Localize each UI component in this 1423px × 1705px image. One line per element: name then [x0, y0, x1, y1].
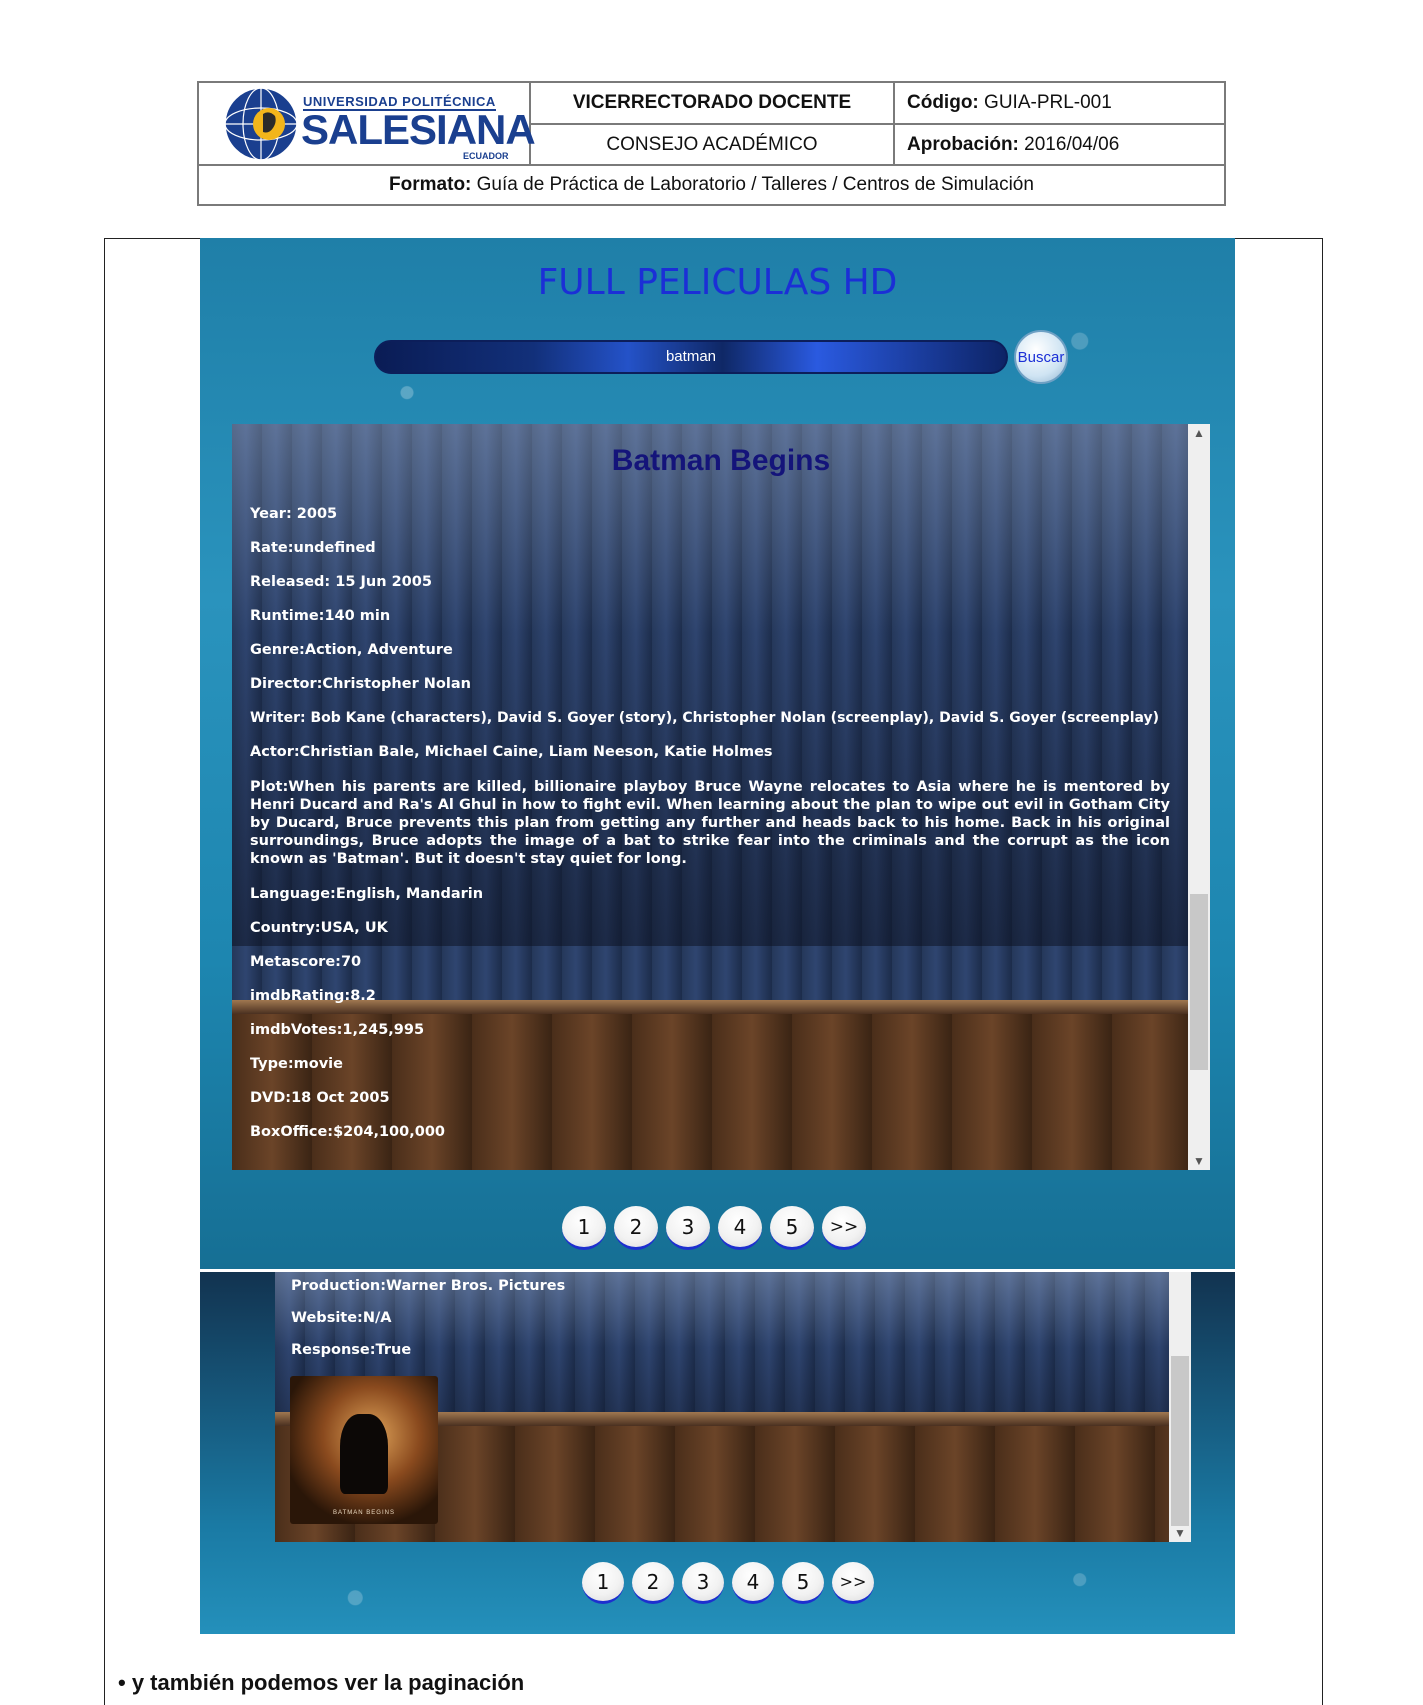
field-website: Website:N/A [291, 1310, 392, 1326]
field-imdb-votes: imdbVotes:1,245,995 [250, 1022, 425, 1038]
field-actor: Actor:Christian Bale, Michael Caine, Lia… [250, 744, 773, 760]
formato-cell: Formato: Guía de Práctica de Laboratorio… [199, 166, 1224, 204]
field-response: Response:True [291, 1342, 412, 1358]
scroll-down-icon[interactable]: ▼ [1188, 1154, 1210, 1168]
poster-caption: BATMAN BEGINS [333, 1510, 395, 1516]
app-title: FULL PELICULAS HD [537, 262, 898, 303]
globe-icon [224, 87, 298, 161]
field-dvd: DVD:18 Oct 2005 [250, 1090, 390, 1106]
field-year: Year: 2005 [250, 506, 338, 522]
logo-country: ECUADOR [463, 151, 509, 161]
page-button-1[interactable]: 1 [582, 1562, 624, 1604]
search-button[interactable]: Buscar [1014, 330, 1068, 384]
field-production: Production:Warner Bros. Pictures [291, 1278, 566, 1294]
formato-value: Guía de Práctica de Laboratorio / Taller… [476, 174, 1034, 195]
pagination: 1 2 3 4 5 >> [582, 1562, 874, 1604]
caption-text: • y también podemos ver la paginación [118, 1670, 525, 1695]
app-screenshot-2: Production:Warner Bros. Pictures Website… [200, 1272, 1235, 1634]
pagination: 1 2 3 4 5 >> [562, 1206, 866, 1250]
university-logo: UNIVERSIDAD POLITÉCNICA SALESIANA ECUADO… [199, 83, 536, 166]
page-button-next[interactable]: >> [822, 1206, 866, 1250]
page-button-3[interactable]: 3 [666, 1206, 710, 1250]
scroll-down-icon[interactable]: ▼ [1169, 1526, 1191, 1540]
document-header: UNIVERSIDAD POLITÉCNICA SALESIANA ECUADO… [197, 81, 1226, 206]
field-plot: Plot:When his parents are killed, billio… [250, 779, 1170, 867]
scrollbar[interactable]: ▼ [1169, 1272, 1191, 1542]
field-country: Country:USA, UK [250, 920, 388, 936]
page-button-1[interactable]: 1 [562, 1206, 606, 1250]
movie-detail-panel: Batman Begins Year: 2005 Rate:undefined … [232, 424, 1210, 1170]
field-director: Director:Christopher Nolan [250, 676, 471, 692]
search-input[interactable]: batman [374, 340, 1008, 374]
app-screenshot-1: FULL PELICULAS HD batman Buscar Batman B… [200, 238, 1235, 1269]
field-rate: Rate:undefined [250, 540, 376, 556]
page-button-4[interactable]: 4 [718, 1206, 762, 1250]
aprobacion-cell: Aprobación: 2016/04/06 [895, 125, 1224, 166]
scrollbar[interactable]: ▲ ▼ [1188, 424, 1210, 1170]
movie-poster: BATMAN BEGINS [290, 1376, 438, 1524]
field-imdb-rating: imdbRating:8.2 [250, 988, 376, 1004]
codigo-cell: Código: GUIA-PRL-001 [895, 83, 1224, 125]
aprobacion-value: 2016/04/06 [1024, 133, 1120, 155]
batman-figure [340, 1414, 388, 1494]
page-button-2[interactable]: 2 [614, 1206, 658, 1250]
codigo-label: Código: [907, 92, 979, 113]
scrollbar-thumb[interactable] [1190, 894, 1208, 1070]
codigo-value: GUIA-PRL-001 [984, 92, 1112, 113]
field-box-office: BoxOffice:$204,100,000 [250, 1124, 445, 1140]
page-button-5[interactable]: 5 [782, 1562, 824, 1604]
field-type: Type:movie [250, 1056, 343, 1072]
field-released: Released: 15 Jun 2005 [250, 574, 432, 590]
page-button-4[interactable]: 4 [732, 1562, 774, 1604]
page-button-2[interactable]: 2 [632, 1562, 674, 1604]
field-language: Language:English, Mandarin [250, 886, 484, 902]
vicerrectorado-cell: VICERRECTORADO DOCENTE [531, 83, 895, 125]
page-button-3[interactable]: 3 [682, 1562, 724, 1604]
formato-label: Formato: [389, 174, 472, 195]
field-metascore: Metascore:70 [250, 954, 362, 970]
scrollbar-thumb[interactable] [1171, 1356, 1189, 1526]
consejo-cell: CONSEJO ACADÉMICO [531, 125, 895, 166]
field-genre: Genre:Action, Adventure [250, 642, 453, 658]
page-button-5[interactable]: 5 [770, 1206, 814, 1250]
movie-title: Batman Begins [611, 444, 831, 477]
field-runtime: Runtime:140 min [250, 608, 391, 624]
field-writer: Writer: Bob Kane (characters), David S. … [250, 710, 1160, 726]
page-button-next[interactable]: >> [832, 1562, 874, 1604]
scroll-up-icon[interactable]: ▲ [1188, 426, 1210, 440]
aprobacion-label: Aprobación: [907, 133, 1019, 155]
logo-name: SALESIANA [301, 106, 536, 153]
